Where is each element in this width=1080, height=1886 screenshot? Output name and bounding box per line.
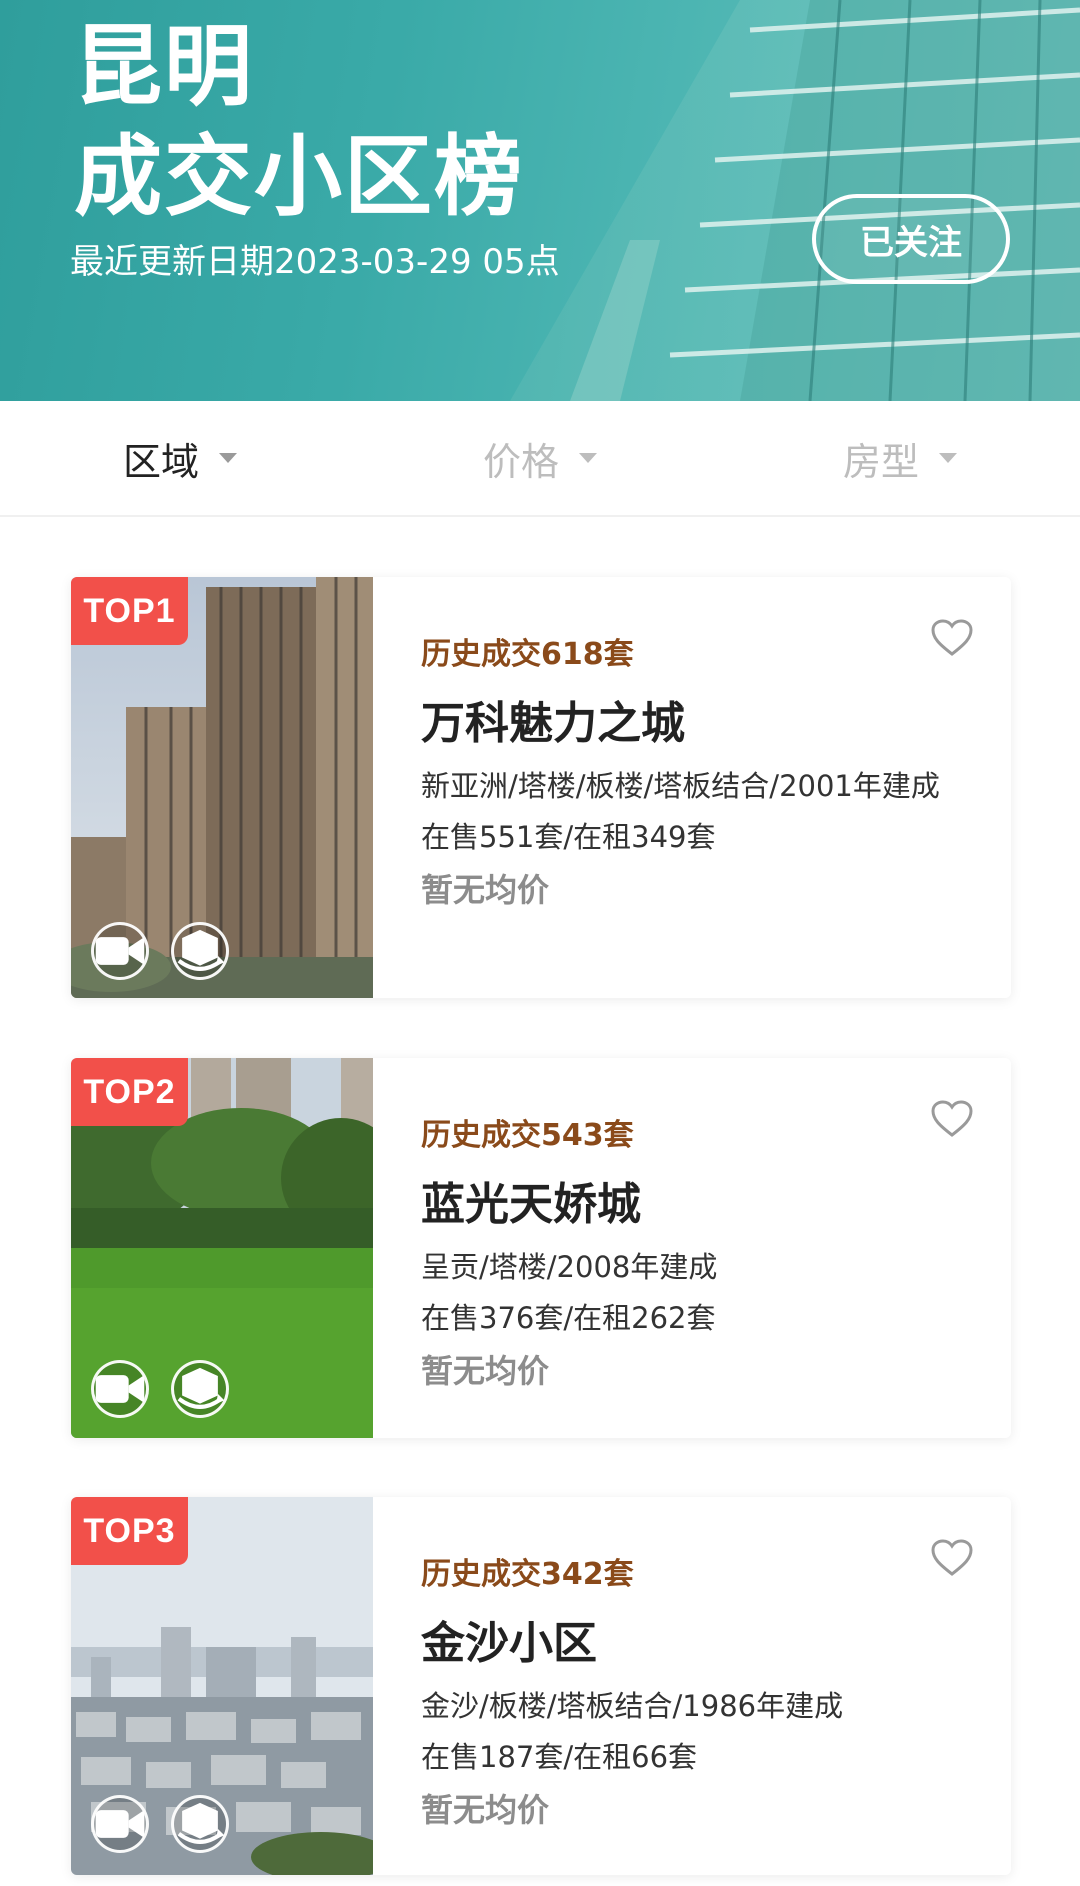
filter-layout[interactable]: 房型	[720, 401, 1080, 515]
vr-3d-icon[interactable]	[171, 922, 229, 980]
caret-down-icon	[939, 453, 957, 463]
community-desc: 呈贡/塔楼/2008年建成	[421, 1250, 718, 1284]
heart-outline-icon[interactable]	[931, 619, 973, 657]
listing-card[interactable]: TOP2 历史成交543套 蓝光天娇城 呈贡/塔楼/2008年建成 在售376套…	[71, 1058, 1011, 1438]
listing-info: 历史成交618套 万科魅力之城 新亚洲/塔楼/板楼/塔板结合/2001年建成 在…	[421, 629, 991, 911]
city-name: 昆明	[74, 15, 255, 118]
filter-bar: 区域 价格 房型	[0, 401, 1080, 517]
heart-outline-icon[interactable]	[931, 1539, 973, 1577]
listing-card[interactable]: TOP1 历史成交618套 万科魅力之城 新亚洲/塔楼/板楼/塔板结合/2001…	[71, 577, 1011, 998]
listing-photo[interactable]: TOP2	[71, 1058, 373, 1438]
filter-price-label: 价格	[482, 439, 559, 484]
stock-info: 在售187套/在租66套	[421, 1740, 698, 1774]
update-date: 最近更新日期2023-03-29 05点	[70, 242, 560, 282]
filter-price[interactable]: 价格	[360, 401, 720, 515]
filter-region-label: 区域	[122, 439, 199, 484]
rank-badge: TOP3	[71, 1497, 188, 1565]
average-price: 暂无均价	[421, 871, 550, 909]
average-price: 暂无均价	[421, 1352, 550, 1390]
community-name: 万科魅力之城	[421, 698, 685, 749]
listing-info: 历史成交543套 蓝光天娇城 呈贡/塔楼/2008年建成 在售376套/在租26…	[421, 1110, 991, 1392]
community-name: 金沙小区	[421, 1618, 597, 1669]
stock-info: 在售376套/在租262套	[421, 1301, 716, 1335]
heart-outline-icon[interactable]	[931, 1100, 973, 1138]
vr-3d-icon[interactable]	[171, 1360, 229, 1418]
video-icon[interactable]	[91, 922, 149, 980]
video-icon[interactable]	[91, 1360, 149, 1418]
deal-count: 历史成交342套	[421, 1557, 634, 1592]
community-name: 蓝光天娇城	[421, 1179, 641, 1230]
deal-count: 历史成交543套	[421, 1118, 634, 1153]
filter-region[interactable]: 区域	[0, 401, 360, 515]
hero-banner: 昆明 成交小区榜 最近更新日期2023-03-29 05点 已关注	[0, 0, 1080, 401]
ranking-title: 成交小区榜	[74, 125, 525, 228]
community-desc: 金沙/板楼/塔板结合/1986年建成	[421, 1689, 844, 1723]
stock-info: 在售551套/在租349套	[421, 820, 716, 854]
community-desc: 新亚洲/塔楼/板楼/塔板结合/2001年建成	[421, 769, 940, 803]
listing-photo[interactable]: TOP1	[71, 577, 373, 998]
average-price: 暂无均价	[421, 1791, 550, 1829]
vr-3d-icon[interactable]	[171, 1795, 229, 1853]
listing-card[interactable]: TOP3 历史成交342套 金沙小区 金沙/板楼/塔板结合/1986年建成 在售…	[71, 1497, 1011, 1875]
caret-down-icon	[219, 453, 237, 463]
video-icon[interactable]	[91, 1795, 149, 1853]
deal-count: 历史成交618套	[421, 637, 634, 672]
listing-info: 历史成交342套 金沙小区 金沙/板楼/塔板结合/1986年建成 在售187套/…	[421, 1549, 991, 1831]
filter-layout-label: 房型	[842, 439, 919, 484]
follow-button[interactable]: 已关注	[812, 194, 1010, 284]
listing-photo[interactable]: TOP3	[71, 1497, 373, 1875]
building-illustration	[510, 0, 1080, 401]
page-title: 昆明 成交小区榜	[74, 12, 524, 232]
rank-badge: TOP1	[71, 577, 188, 645]
caret-down-icon	[579, 453, 597, 463]
rank-badge: TOP2	[71, 1058, 188, 1126]
